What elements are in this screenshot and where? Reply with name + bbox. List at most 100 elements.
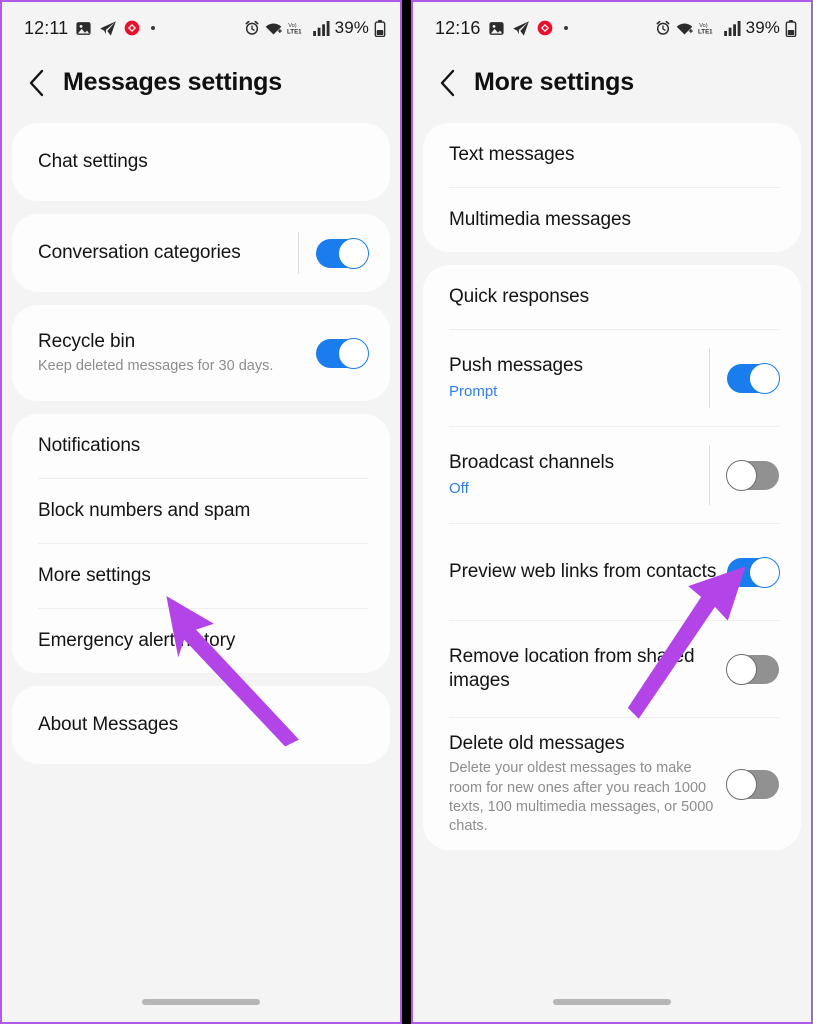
status-bar-right-icons: Vo) LTE1 39% <box>244 18 386 38</box>
svg-text:Vo): Vo) <box>699 23 707 29</box>
row-title: Recycle bin <box>38 330 136 352</box>
toggle-knob <box>338 237 369 269</box>
svg-text:LTE1: LTE1 <box>698 29 713 36</box>
settings-row-delete-old-messages[interactable]: Delete old messages Delete your oldest m… <box>423 718 801 850</box>
settings-row-push-messages[interactable]: Push messages Prompt <box>423 330 801 426</box>
row-text: Broadcast channels Off <box>449 437 699 512</box>
status-bar-right: 12:16 Vo) LTE1 39% <box>413 2 811 54</box>
settings-row-quick-responses[interactable]: Quick responses <box>423 265 801 329</box>
dot-icon <box>151 26 156 30</box>
settings-card: Notifications Block numbers and spam Mor… <box>12 414 390 673</box>
row-subtitle: Prompt <box>449 382 498 400</box>
alarm-icon <box>656 20 670 35</box>
toggle-preview-web-links[interactable] <box>727 556 780 588</box>
row-title: Push messages <box>449 355 583 377</box>
row-title: Text messages <box>449 143 575 165</box>
alarm-icon <box>245 20 259 35</box>
row-text: Remove location from shared images <box>449 631 717 708</box>
status-bar-left-icons: 12:16 <box>435 18 568 39</box>
wifi-icon <box>676 22 693 35</box>
row-text: Push messages Prompt <box>449 340 699 415</box>
row-text: Notifications <box>38 420 368 472</box>
toggle-push-messages[interactable] <box>727 362 780 394</box>
battery-icon <box>785 19 797 37</box>
signal-bars-icon <box>723 20 741 36</box>
status-bar-clock: 12:16 <box>435 17 481 38</box>
toggle-knob <box>749 556 780 588</box>
row-title: Multimedia messages <box>449 208 631 230</box>
settings-row-conversation-categories[interactable]: Conversation categories <box>12 214 390 292</box>
title-bar-right: More settings <box>413 54 811 123</box>
row-text: Multimedia messages <box>449 194 779 246</box>
row-text: Preview web links from contacts <box>449 546 717 598</box>
page-title: Messages settings <box>63 68 282 96</box>
settings-row-notifications[interactable]: Notifications <box>12 414 390 478</box>
status-bar-left-icons: 12:11 <box>24 17 156 39</box>
toggle-knob <box>749 362 780 394</box>
settings-card: Quick responses Push messages Prompt Bro… <box>423 265 801 851</box>
page-title: More settings <box>474 68 634 96</box>
row-title: Conversation categories <box>38 241 241 263</box>
row-title: Broadcast channels <box>449 452 615 474</box>
row-text: Chat settings <box>38 136 368 188</box>
row-title: Block numbers and spam <box>38 499 251 521</box>
settings-row-text-messages[interactable]: Text messages <box>423 123 801 187</box>
home-handle[interactable] <box>142 999 260 1005</box>
volte-lte1-icon: Vo)LTE1 <box>698 23 713 36</box>
settings-card: Text messages Multimedia messages <box>423 123 801 252</box>
settings-row-about-messages[interactable]: About Messages <box>12 686 390 764</box>
nav-bar-right <box>413 982 811 1022</box>
row-subtitle: Off <box>449 479 469 497</box>
title-bar-left: Messages settings <box>2 54 400 123</box>
status-bar-right-icons: Vo) LTE1 39% <box>655 18 797 38</box>
settings-row-broadcast-channels[interactable]: Broadcast channels Off <box>423 427 801 523</box>
phone-panel-more-settings: 12:16 Vo) LTE1 39% More settings Text me… <box>411 0 813 1024</box>
row-title: Remove location from shared images <box>449 645 695 691</box>
row-text: More settings <box>38 550 368 602</box>
settings-list-left: Chat settings Conversation categories Re… <box>2 123 400 764</box>
toggle-broadcast-channels[interactable] <box>726 459 779 491</box>
home-handle[interactable] <box>553 999 671 1005</box>
status-bar-left: 12:11 Vo) LTE1 39% <box>2 2 400 54</box>
row-title: Notifications <box>38 434 141 456</box>
settings-row-remove-location[interactable]: Remove location from shared images <box>423 621 801 717</box>
settings-row-preview-web-links[interactable]: Preview web links from contacts <box>423 524 801 620</box>
wifi-icon <box>265 22 282 35</box>
volte-lte1-icon: Vo)LTE1 <box>287 23 302 36</box>
toggle-delete-old-messages[interactable] <box>726 768 779 800</box>
dot-icon <box>563 26 568 30</box>
alert-badge-icon <box>537 20 552 36</box>
settings-card: Recycle bin Keep deleted messages for 30… <box>12 305 390 401</box>
settings-row-emergency-alert-history[interactable]: Emergency alert history <box>12 609 390 673</box>
status-bar-clock: 12:11 <box>24 17 69 38</box>
row-text: Conversation categories <box>38 227 288 279</box>
row-separator <box>709 445 710 505</box>
photo-icon <box>488 21 504 35</box>
photo-icon <box>76 21 91 35</box>
toggle-remove-location[interactable] <box>726 653 779 685</box>
back-chevron-icon[interactable] <box>28 69 45 97</box>
row-text: Emergency alert history <box>38 615 368 667</box>
settings-row-recycle-bin[interactable]: Recycle bin Keep deleted messages for 30… <box>12 305 390 401</box>
settings-row-more-settings[interactable]: More settings <box>12 544 390 608</box>
toggle-recycle-bin[interactable] <box>316 337 369 369</box>
row-text: Recycle bin Keep deleted messages for 30… <box>38 316 306 391</box>
toggle-conversation-categories[interactable] <box>316 237 369 269</box>
toggle-knob <box>726 768 757 800</box>
settings-list-right: Text messages Multimedia messages Quick … <box>413 123 811 851</box>
row-text: Delete old messages Delete your oldest m… <box>449 718 717 850</box>
settings-row-chat-settings[interactable]: Chat settings <box>12 123 390 201</box>
row-subtitle: Keep deleted messages for 30 days. <box>38 358 274 375</box>
back-chevron-icon[interactable] <box>439 69 456 97</box>
screenshot-stage: 12:11 Vo) LTE1 39% Messages settings Cha… <box>0 0 813 1024</box>
settings-row-block-numbers-and-spam[interactable]: Block numbers and spam <box>12 479 390 543</box>
settings-card: Conversation categories <box>12 214 390 292</box>
nav-bar-left <box>2 982 400 1022</box>
phone-panel-messages-settings: 12:11 Vo) LTE1 39% Messages settings Cha… <box>0 0 402 1024</box>
row-text: Quick responses <box>449 271 779 323</box>
battery-percent-label: 39% <box>745 18 780 37</box>
battery-icon <box>374 19 386 37</box>
svg-text:Vo): Vo) <box>288 23 296 29</box>
settings-row-multimedia-messages[interactable]: Multimedia messages <box>423 188 801 252</box>
toggle-knob <box>338 337 369 369</box>
